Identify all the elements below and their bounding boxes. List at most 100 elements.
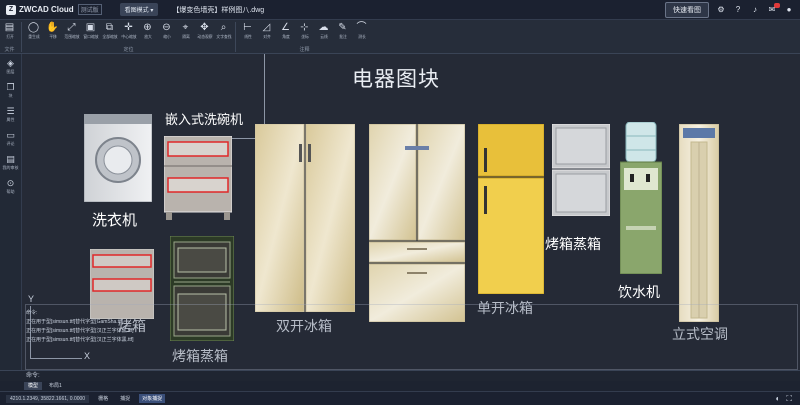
fullscreen-icon[interactable]: ⛶ <box>786 394 792 404</box>
coordinate-icon: ⊹ <box>300 22 309 33</box>
pan-icon: ✋ <box>46 22 59 33</box>
pan-button[interactable]: ✋ 平移 <box>43 20 62 46</box>
contrast-icon[interactable]: ◐ <box>776 394 781 404</box>
double-fridge-block[interactable] <box>255 124 355 312</box>
left-sidebar: ◈ 图层 ❐ 块 ☰ 属性 ▭ 评论 ▤ 我的审核 ⊙ 帮助 <box>0 54 22 370</box>
water-dispenser-block[interactable] <box>620 122 662 274</box>
zoom-center-button[interactable]: ✛ 中心缩放 <box>119 20 138 46</box>
object-snap-toggle[interactable]: 对象捕捉 <box>139 394 166 403</box>
drawing-title: 电器图块 <box>352 68 440 91</box>
coordinate-button[interactable]: ⊹ 坐标 <box>295 20 314 46</box>
command-input[interactable]: 命令: <box>0 370 800 381</box>
zoom-window-button[interactable]: ▣ 窗口缩放 <box>81 20 100 46</box>
ribbon-separator <box>235 22 236 52</box>
ribbon-toolbar: ▤ 打开 文件 ◯ 重生成 ✋ 平移 ⤢ 范围缩放 ▣ 窗口缩放 ⧉ 全部缩放 ✛ 中心缩放… <box>0 20 800 54</box>
layers-icon: ◈ <box>7 58 14 68</box>
dynamic-orbit-button[interactable]: ✥ 动态观察 <box>195 20 214 46</box>
sidebar-item-review[interactable]: ▤ 我的审核 <box>3 154 19 171</box>
axis-x-label: X <box>84 351 91 361</box>
zoom-extents-icon: ⤢ <box>67 22 76 33</box>
snap-toggle[interactable]: 捕捉 <box>117 394 133 403</box>
cloud-button[interactable]: ☁ 云线 <box>314 20 333 46</box>
app-name: ZWCAD Cloud <box>19 5 74 14</box>
zoom-all-button[interactable]: ⧉ 全部缩放 <box>100 20 119 46</box>
dynamic-pan-icon: ✥ <box>200 22 209 33</box>
aligned-dim-icon: ◿ <box>262 22 271 33</box>
command-log: 命令: 正在用于型[simsun.ttf]替代字型[GamSha.ttf] 正在… <box>26 310 134 343</box>
aligned-dim-button[interactable]: ◿ 对齐 <box>257 20 276 46</box>
zwcad-logo-icon: Z <box>6 4 16 15</box>
ribbon-separator <box>21 22 22 52</box>
zoom-extents-button[interactable]: ⤢ 范围缩放 <box>62 20 81 46</box>
leader-icon: ☁ <box>318 22 329 33</box>
redraw-icon: ◯ <box>27 22 40 33</box>
markup-icon: ✎ <box>338 22 347 33</box>
label-dishwasher: 嵌入式洗碗机 <box>165 112 244 127</box>
ribbon-group-navigate: ◯ 重生成 ✋ 平移 ⤢ 范围缩放 ▣ 窗口缩放 ⧉ 全部缩放 ✛ 中心缩放 ⊕ 放大 ⊖ 缩小… <box>24 20 233 54</box>
text-search-icon: ⌕ <box>220 22 227 33</box>
open-icon: ▤ <box>4 22 15 33</box>
sidebar-item-help[interactable]: ⊙ 帮助 <box>7 178 15 195</box>
app-logo: Z ZWCAD Cloud <box>6 4 74 15</box>
command-prompt: 命令: <box>26 373 40 379</box>
label-washing-machine: 洗衣机 <box>92 212 138 229</box>
zoom-window-icon: ▣ <box>85 22 96 33</box>
isolate-icon: ⌖ <box>182 22 189 33</box>
blocks-icon: ❐ <box>6 82 15 92</box>
zoom-in-icon: ⊕ <box>143 22 152 33</box>
sidebar-item-comments[interactable]: ▭ 评论 <box>6 130 15 147</box>
open-button[interactable]: ▤ 打开 <box>0 20 19 46</box>
help-icon[interactable]: ? <box>733 5 743 15</box>
tape-icon: ⌒ <box>356 22 367 33</box>
gear-icon[interactable]: ⚙ <box>716 5 726 15</box>
ribbon-group-file: ▤ 打开 文件 <box>0 20 19 54</box>
app-window: Z ZWCAD Cloud 测试版 看图模式 ▾ 【爆变色墙壳】样例图八.dwg… <box>0 0 800 405</box>
axis-x-line <box>30 358 82 359</box>
oven-steamer-right-block[interactable] <box>552 124 610 216</box>
standing-ac-block[interactable] <box>679 124 719 322</box>
tab-model[interactable]: 模型 <box>24 382 43 390</box>
edition-badge: 测试版 <box>77 4 102 15</box>
selection-rectangle <box>25 304 798 370</box>
angle-dim-button[interactable]: ∠ 角度 <box>276 20 295 46</box>
axis-y-label: Y <box>28 294 35 304</box>
bell-icon[interactable]: ♪ <box>750 5 760 15</box>
quick-view-button[interactable]: 快速看图 <box>665 1 709 18</box>
zoom-out-icon: ⊖ <box>162 22 171 33</box>
zoom-in-button[interactable]: ⊕ 放大 <box>138 20 157 46</box>
help-icon: ⊙ <box>6 178 15 188</box>
view-mode-dropdown[interactable]: 看图模式 ▾ <box>119 3 159 16</box>
review-icon: ▤ <box>6 154 15 164</box>
label-oven-steamer-right: 烤箱蒸箱 <box>545 236 601 252</box>
label-water-dispenser: 饮水机 <box>618 284 660 300</box>
layout-tabs: 模型 布局1 <box>0 381 800 391</box>
sidebar-item-blocks[interactable]: ❐ 块 <box>6 82 14 99</box>
sidebar-item-properties[interactable]: ☰ 属性 <box>6 106 14 123</box>
dishwasher-block[interactable] <box>164 136 232 220</box>
zoom-out-button[interactable]: ⊖ 缩小 <box>157 20 176 46</box>
grid-toggle[interactable]: 栅格 <box>95 394 111 403</box>
message-icon[interactable]: ✉ <box>767 2 780 15</box>
title-bar: Z ZWCAD Cloud 测试版 看图模式 ▾ 【爆变色墙壳】样例图八.dwg… <box>0 0 800 20</box>
sidebar-item-layers[interactable]: ◈ 图层 <box>7 58 15 75</box>
avatar[interactable]: ● <box>784 5 794 15</box>
linear-dim-icon: ⊢ <box>243 22 252 33</box>
text-search-button[interactable]: ⌕ 文字查找 <box>214 20 233 46</box>
angle-dim-icon: ∠ <box>281 22 290 33</box>
single-fridge-block[interactable] <box>478 124 544 294</box>
markup-button[interactable]: ✎ 批注 <box>333 20 352 46</box>
comments-icon: ▭ <box>6 130 15 140</box>
tab-layout1[interactable]: 布局1 <box>45 382 66 390</box>
linear-dim-button[interactable]: ⊢ 线性 <box>238 20 257 46</box>
isolate-button[interactable]: ⌖ 隔离 <box>176 20 195 46</box>
properties-icon: ☰ <box>6 106 15 116</box>
redraw-button[interactable]: ◯ 重生成 <box>24 20 43 46</box>
coordinate-readout: 4210.1.2349, 35822.1661, 0.0000 <box>6 394 90 403</box>
drawing-canvas[interactable]: 电器图块 洗衣机 嵌入式洗碗机 烤箱 烤箱蒸箱 双开冰箱 单开冰箱 烤箱蒸箱 饮… <box>22 54 800 370</box>
measure-button[interactable]: ⌒ 测长 <box>352 20 371 46</box>
washing-machine-block[interactable] <box>84 114 152 202</box>
ribbon-group-annotate: ⊢ 线性 ◿ 对齐 ∠ 角度 ⊹ 坐标 ☁ 云线 ✎ 批注 ⌒ 测长 注释 <box>238 20 371 54</box>
french-door-fridge-block[interactable] <box>369 124 465 322</box>
zoom-center-icon: ✛ <box>124 22 133 33</box>
status-bar: 4210.1.2349, 35822.1661, 0.0000 栅格 捕捉 对象… <box>0 391 800 405</box>
